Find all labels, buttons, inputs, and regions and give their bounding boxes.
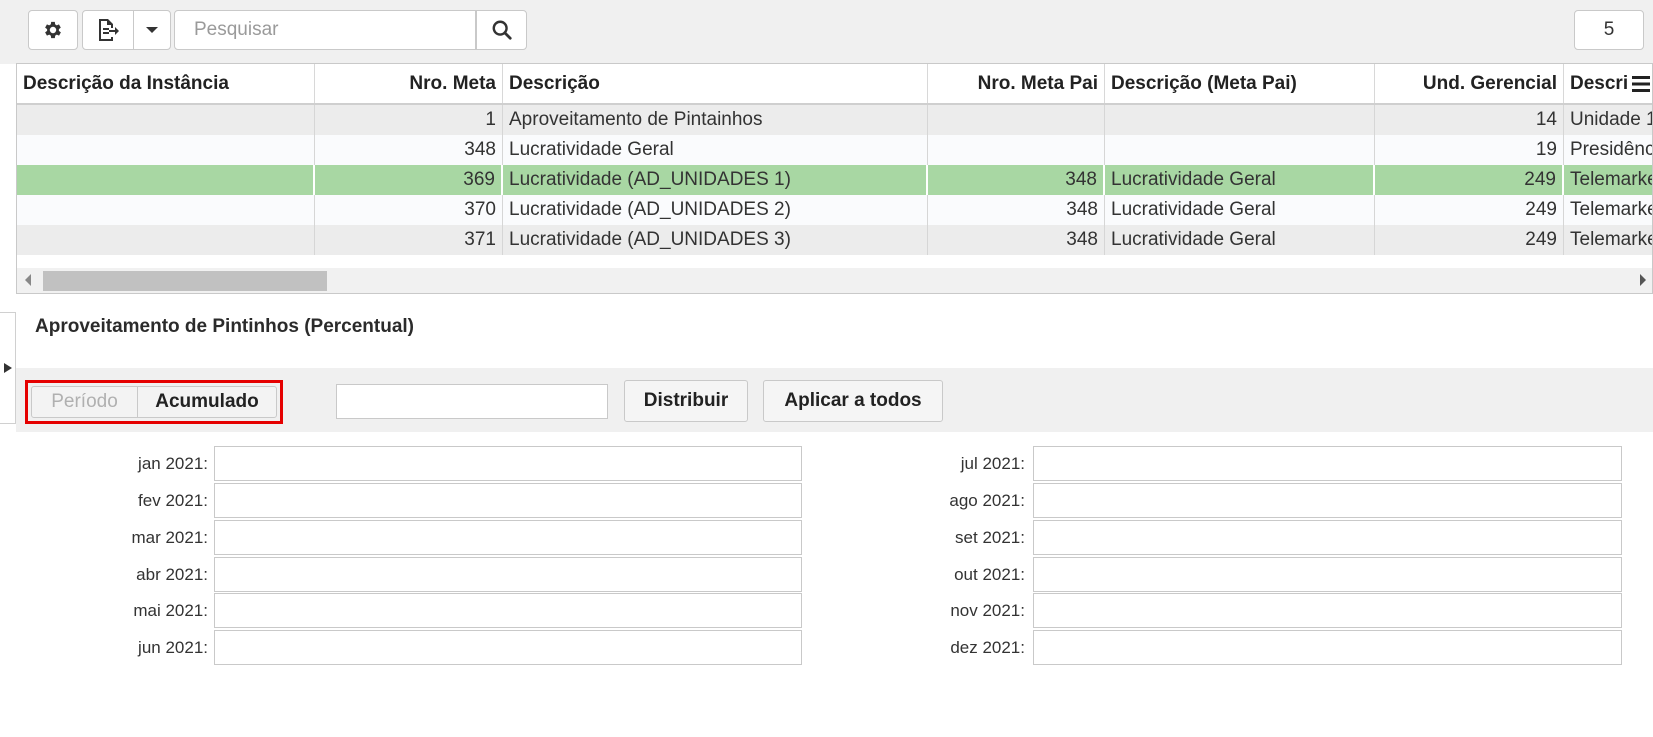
cell-descricao-pai: Lucratividade Geral <box>1105 225 1375 255</box>
cell-descricao: Lucratividade Geral <box>503 135 928 165</box>
search-button[interactable] <box>476 10 527 50</box>
cell-und-gerencial: 249 <box>1375 165 1564 195</box>
aplicar-a-todos-button[interactable]: Aplicar a todos <box>763 380 943 422</box>
data-grid: Descrição da Instância Nro. Meta Descriç… <box>16 63 1653 294</box>
month-label: mai 2021: <box>133 601 208 620</box>
table-row[interactable]: 1 Aproveitamento de Pintainhos 14 Unidad… <box>17 105 1652 135</box>
cell-instancia <box>17 105 315 135</box>
month-input[interactable] <box>1033 593 1622 628</box>
month-input[interactable] <box>1033 520 1622 555</box>
column-header-nro-meta[interactable]: Nro. Meta <box>315 64 503 103</box>
column-header-descricao-instancia[interactable]: Descrição da Instância <box>17 64 315 103</box>
month-input[interactable] <box>214 520 802 555</box>
cell-nro-meta-pai <box>928 105 1105 135</box>
month-input[interactable] <box>214 446 802 481</box>
month-label: jan 2021: <box>138 454 208 473</box>
cell-nro-meta: 370 <box>315 195 503 225</box>
month-input[interactable] <box>214 593 802 628</box>
cell-nro-meta: 348 <box>315 135 503 165</box>
table-row[interactable]: 370 Lucratividade (AD_UNIDADES 2) 348 Lu… <box>17 195 1652 225</box>
cell-descri: Telemarketing <box>1564 195 1652 225</box>
scroll-right-arrow-icon[interactable] <box>1640 274 1646 286</box>
scrollbar-thumb[interactable] <box>43 271 327 291</box>
cell-nro-meta-pai: 348 <box>928 165 1105 195</box>
cell-nro-meta-pai: 348 <box>928 225 1105 255</box>
cell-und-gerencial: 14 <box>1375 105 1564 135</box>
cell-descri: Unidade 1 <box>1564 105 1652 135</box>
month-input[interactable] <box>1033 557 1622 592</box>
month-input[interactable] <box>1033 446 1622 481</box>
scroll-left-arrow-icon[interactable] <box>25 274 31 286</box>
horizontal-scrollbar[interactable] <box>17 268 1652 293</box>
export-button[interactable] <box>82 10 134 50</box>
cell-descricao-pai: Lucratividade Geral <box>1105 195 1375 225</box>
month-label: fev 2021: <box>138 491 208 510</box>
grid-header: Descrição da Instância Nro. Meta Descriç… <box>17 64 1653 105</box>
cell-descri: Presidência <box>1564 135 1652 165</box>
cell-descricao: Lucratividade (AD_UNIDADES 1) <box>503 165 928 195</box>
month-label: jul 2021: <box>960 454 1025 473</box>
month-input[interactable] <box>214 557 802 592</box>
search-icon <box>492 20 512 40</box>
record-count-badge: 5 <box>1574 10 1644 50</box>
cell-nro-meta: 371 <box>315 225 503 255</box>
cell-nro-meta-pai <box>928 135 1105 165</box>
cell-descricao: Lucratividade (AD_UNIDADES 3) <box>503 225 928 255</box>
chevron-down-icon <box>146 27 158 33</box>
distribuir-button[interactable]: Distribuir <box>624 380 748 422</box>
table-row[interactable]: 371 Lucratividade (AD_UNIDADES 3) 348 Lu… <box>17 225 1652 255</box>
cell-und-gerencial: 249 <box>1375 195 1564 225</box>
cell-descri: Telemarketing <box>1564 225 1652 255</box>
month-input[interactable] <box>1033 483 1622 518</box>
month-label: nov 2021: <box>950 601 1025 620</box>
cell-instancia <box>17 135 315 165</box>
toolbar: 5 <box>0 0 1653 64</box>
month-label: ago 2021: <box>949 491 1025 510</box>
cell-nro-meta: 369 <box>315 165 503 195</box>
month-label: set 2021: <box>955 528 1025 547</box>
settings-button[interactable] <box>28 10 78 50</box>
column-header-descricao[interactable]: Descrição <box>503 64 928 103</box>
month-input[interactable] <box>214 630 802 665</box>
month-label: jun 2021: <box>138 638 208 657</box>
column-header-und-gerencial[interactable]: Und. Gerencial <box>1375 64 1564 103</box>
hamburger-menu-icon[interactable] <box>1629 72 1653 96</box>
month-label: out 2021: <box>954 565 1025 584</box>
cell-descricao-pai <box>1105 135 1375 165</box>
cell-descricao: Lucratividade (AD_UNIDADES 2) <box>503 195 928 225</box>
search-input[interactable] <box>174 10 476 50</box>
gear-icon <box>45 21 61 39</box>
cell-instancia <box>17 225 315 255</box>
toggle-acumulado-button[interactable]: Acumulado <box>137 386 277 418</box>
triangle-right-icon <box>4 363 12 373</box>
cell-descricao: Aproveitamento de Pintainhos <box>503 105 928 135</box>
mode-toggle-group: Período Acumulado <box>25 380 283 424</box>
table-row[interactable]: 348 Lucratividade Geral 19 Presidência <box>17 135 1652 165</box>
column-header-nro-meta-pai[interactable]: Nro. Meta Pai <box>928 64 1105 103</box>
column-header-descricao-meta-pai[interactable]: Descrição (Meta Pai) <box>1105 64 1375 103</box>
month-label: dez 2021: <box>950 638 1025 657</box>
month-label: mar 2021: <box>131 528 208 547</box>
month-label: abr 2021: <box>136 565 208 584</box>
cell-nro-meta: 1 <box>315 105 503 135</box>
cell-descricao-pai: Lucratividade Geral <box>1105 165 1375 195</box>
cell-descricao-pai <box>1105 105 1375 135</box>
cell-nro-meta-pai: 348 <box>928 195 1105 225</box>
value-input[interactable] <box>336 384 608 419</box>
month-input[interactable] <box>1033 630 1622 665</box>
side-panel-toggle[interactable] <box>0 312 16 424</box>
cell-und-gerencial: 19 <box>1375 135 1564 165</box>
cell-instancia <box>17 195 315 225</box>
export-dropdown-button[interactable] <box>133 10 171 50</box>
month-input[interactable] <box>214 483 802 518</box>
table-row-selected[interactable]: 369 Lucratividade (AD_UNIDADES 1) 348 Lu… <box>17 165 1652 195</box>
cell-und-gerencial: 249 <box>1375 225 1564 255</box>
detail-title: Aproveitamento de Pintinhos (Percentual) <box>35 316 414 337</box>
cell-instancia <box>17 165 315 195</box>
toggle-periodo-button[interactable]: Período <box>31 386 138 418</box>
cell-descri: Telemarketing <box>1564 165 1652 195</box>
file-export-icon <box>99 19 119 41</box>
